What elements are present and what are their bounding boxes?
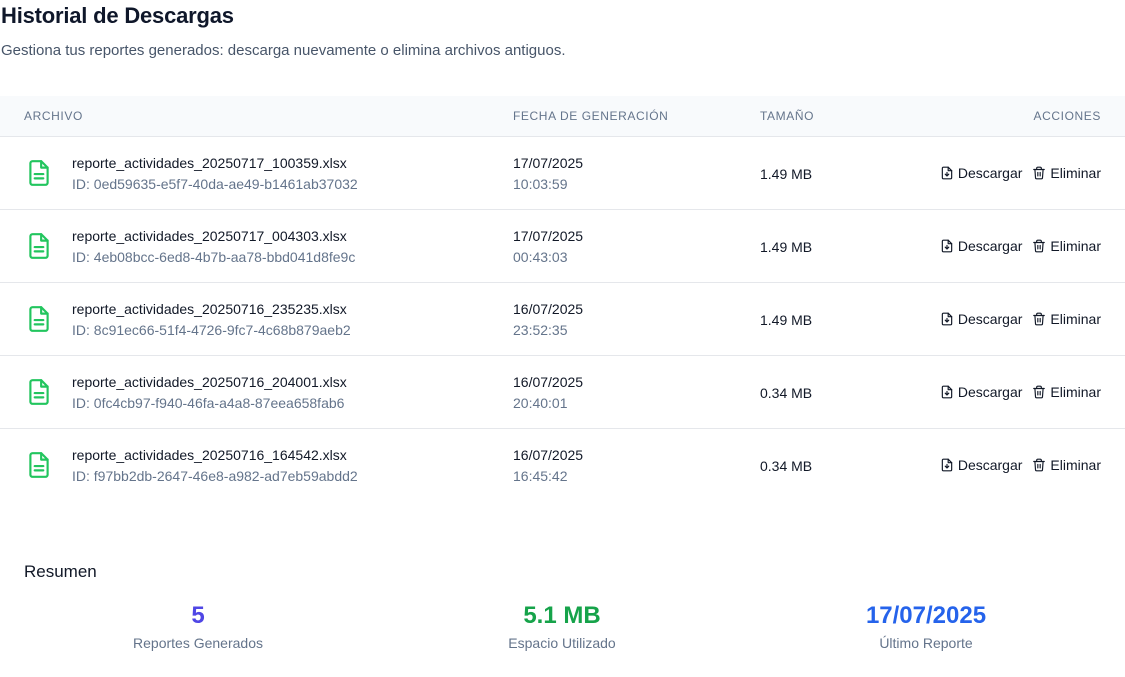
table-row: reporte_actividades_20250716_204001.xlsx… bbox=[0, 356, 1125, 429]
download-button[interactable]: Descargar bbox=[940, 238, 1023, 254]
summary-title: Resumen bbox=[24, 562, 97, 581]
file-name: reporte_actividades_20250716_164542.xlsx bbox=[72, 447, 347, 463]
file-download-icon bbox=[941, 166, 953, 180]
trash-icon bbox=[1033, 239, 1046, 253]
trash-icon bbox=[1033, 312, 1046, 326]
row-actions: Descargar Eliminar bbox=[940, 165, 1101, 181]
file-name: reporte_actividades_20250717_100359.xlsx bbox=[72, 155, 347, 171]
generation-time: 23:52:35 bbox=[513, 322, 568, 338]
file-id: ID: f97bb2db-2647-46e8-a982-ad7eb59abdd2 bbox=[72, 468, 358, 484]
file-name: reporte_actividades_20250717_004303.xlsx bbox=[72, 228, 347, 244]
generation-date: 16/07/2025 bbox=[513, 301, 584, 317]
generation-time: 20:40:01 bbox=[513, 395, 568, 411]
download-label: Descargar bbox=[957, 311, 1023, 327]
file-spreadsheet-icon bbox=[26, 378, 52, 406]
download-label: Descargar bbox=[957, 165, 1023, 181]
file-size: 1.49 MB bbox=[760, 166, 813, 182]
download-button[interactable]: Descargar bbox=[940, 457, 1023, 473]
download-label: Descargar bbox=[957, 384, 1023, 400]
file-download-icon bbox=[941, 312, 953, 326]
trash-icon bbox=[1033, 458, 1046, 472]
delete-label: Eliminar bbox=[1050, 384, 1101, 400]
table-row: reporte_actividades_20250717_004303.xlsx… bbox=[0, 210, 1125, 283]
table-header: ARCHIVO FECHA DE GENERACIÓN TAMAÑO ACCIO… bbox=[0, 96, 1125, 137]
file-download-icon bbox=[941, 239, 953, 253]
column-header-actions: ACCIONES bbox=[1033, 109, 1101, 123]
row-actions: Descargar Eliminar bbox=[940, 311, 1101, 327]
file-id: ID: 8c91ec66-51f4-4726-9fc7-4c68b879aeb2 bbox=[72, 322, 351, 338]
generation-date: 16/07/2025 bbox=[513, 374, 584, 390]
delete-button[interactable]: Eliminar bbox=[1032, 238, 1101, 254]
delete-button[interactable]: Eliminar bbox=[1032, 384, 1101, 400]
file-id: ID: 0ed59635-e5f7-40da-ae49-b1461ab37032 bbox=[72, 176, 358, 192]
file-name: reporte_actividades_20250716_235235.xlsx bbox=[72, 301, 347, 317]
file-id: ID: 4eb08bcc-6ed8-4b7b-aa78-bbd041d8fe9c bbox=[72, 249, 356, 265]
summary-section: Resumen 5 Reportes Generados 5.1 MB Espa… bbox=[0, 560, 1125, 677]
download-button[interactable]: Descargar bbox=[940, 384, 1023, 400]
generation-date: 17/07/2025 bbox=[513, 155, 584, 171]
downloads-table: ARCHIVO FECHA DE GENERACIÓN TAMAÑO ACCIO… bbox=[0, 96, 1125, 502]
download-label: Descargar bbox=[957, 457, 1023, 473]
file-name: reporte_actividades_20250716_204001.xlsx bbox=[72, 374, 347, 390]
page-title: Historial de Descargas bbox=[1, 3, 234, 28]
page-subtitle: Gestiona tus reportes generados: descarg… bbox=[1, 42, 566, 59]
download-button[interactable]: Descargar bbox=[940, 165, 1023, 181]
table-row: reporte_actividades_20250717_100359.xlsx… bbox=[0, 137, 1125, 210]
file-size: 0.34 MB bbox=[760, 385, 813, 401]
stat-label: Último Reporte bbox=[879, 635, 973, 651]
generation-date: 17/07/2025 bbox=[513, 228, 584, 244]
stat-reports-generated: 5 Reportes Generados bbox=[48, 601, 348, 651]
delete-button[interactable]: Eliminar bbox=[1032, 165, 1101, 181]
row-actions: Descargar Eliminar bbox=[940, 238, 1101, 254]
table-body: reporte_actividades_20250717_100359.xlsx… bbox=[0, 137, 1125, 502]
file-spreadsheet-icon bbox=[26, 305, 52, 333]
stat-value: 5 bbox=[191, 602, 205, 629]
file-id: ID: 0fc4cb97-f940-46fa-a4a8-87eea658fab6 bbox=[72, 395, 345, 411]
file-size: 1.49 MB bbox=[760, 239, 813, 255]
delete-label: Eliminar bbox=[1050, 238, 1101, 254]
file-size: 1.49 MB bbox=[760, 312, 813, 328]
column-header-file: ARCHIVO bbox=[24, 109, 83, 123]
file-size: 0.34 MB bbox=[760, 458, 813, 474]
column-header-date: FECHA DE GENERACIÓN bbox=[513, 109, 669, 123]
row-actions: Descargar Eliminar bbox=[940, 384, 1101, 400]
file-spreadsheet-icon bbox=[26, 159, 52, 187]
delete-label: Eliminar bbox=[1050, 165, 1101, 181]
column-header-size: TAMAÑO bbox=[760, 109, 815, 123]
generation-date: 16/07/2025 bbox=[513, 447, 584, 463]
stat-label: Reportes Generados bbox=[133, 635, 263, 651]
stat-label: Espacio Utilizado bbox=[508, 635, 616, 651]
download-history-page: Historial de Descargas Gestiona tus repo… bbox=[0, 0, 1125, 677]
table-row: reporte_actividades_20250716_164542.xlsx… bbox=[0, 429, 1125, 502]
delete-button[interactable]: Eliminar bbox=[1032, 311, 1101, 327]
generation-time: 10:03:59 bbox=[513, 176, 568, 192]
delete-label: Eliminar bbox=[1050, 457, 1101, 473]
delete-button[interactable]: Eliminar bbox=[1032, 457, 1101, 473]
trash-icon bbox=[1033, 166, 1046, 180]
file-download-icon bbox=[941, 458, 953, 472]
row-actions: Descargar Eliminar bbox=[940, 457, 1101, 473]
download-label: Descargar bbox=[957, 238, 1023, 254]
generation-time: 16:45:42 bbox=[513, 468, 568, 484]
file-download-icon bbox=[941, 385, 953, 399]
generation-time: 00:43:03 bbox=[513, 249, 568, 265]
stat-space-used: 5.1 MB Espacio Utilizado bbox=[412, 601, 712, 651]
table-row: reporte_actividades_20250716_235235.xlsx… bbox=[0, 283, 1125, 356]
delete-label: Eliminar bbox=[1050, 311, 1101, 327]
file-spreadsheet-icon bbox=[26, 232, 52, 260]
download-button[interactable]: Descargar bbox=[940, 311, 1023, 327]
trash-icon bbox=[1033, 385, 1046, 399]
stat-last-report: 17/07/2025 Último Reporte bbox=[776, 601, 1076, 651]
file-spreadsheet-icon bbox=[26, 451, 52, 479]
stat-value: 17/07/2025 bbox=[865, 602, 987, 629]
stat-value: 5.1 MB bbox=[523, 602, 601, 629]
